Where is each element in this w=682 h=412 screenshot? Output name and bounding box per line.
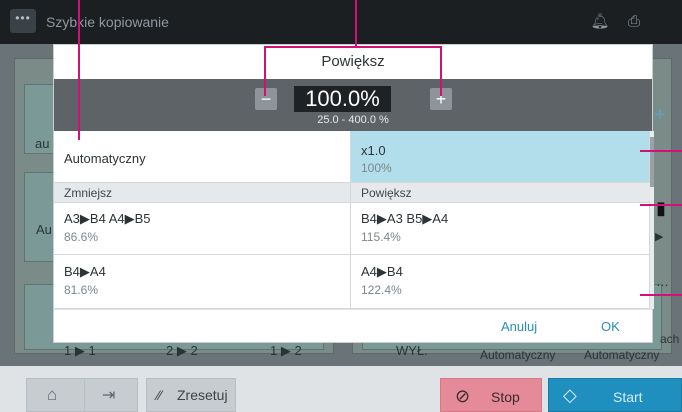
decrease-button[interactable]: − <box>255 88 277 110</box>
ok-button[interactable]: OK <box>601 319 620 334</box>
background-text: au <box>35 136 50 151</box>
reduce-section-header: Zmniejsz <box>54 183 351 203</box>
list-item-enlarge-2[interactable]: A4▶B4 122.4% <box>351 255 650 309</box>
background-text: … <box>656 274 669 289</box>
reset-button[interactable]: ⁄⁄ Zresetuj <box>146 378 236 412</box>
app-title: Szybkie kopiowanie <box>46 14 169 30</box>
chevron-right-icon: ▶ <box>655 231 664 243</box>
list-scrollbar[interactable] <box>650 131 654 309</box>
ratio-value-field[interactable]: 100.0% <box>294 86 391 112</box>
ratio-bar: − 100.0% + 25.0 - 400.0 % <box>54 79 652 131</box>
home-icon: ⌂ <box>47 385 58 404</box>
list-item-label: B4▶A3 B5▶A4 <box>361 211 449 226</box>
scrollbar-thumb[interactable] <box>650 137 654 187</box>
list-item-value: 86.6% <box>64 230 99 244</box>
callout-line <box>78 0 80 140</box>
list-item-value: 81.6% <box>64 283 99 297</box>
list-item-value: 115.4% <box>361 230 401 244</box>
callout-line <box>640 150 682 152</box>
start-label: Start <box>613 389 643 405</box>
zoom-dialog: Powiększ − 100.0% + 25.0 - 400.0 % Autom… <box>53 44 654 344</box>
list-item-enlarge-1[interactable]: B4▶A3 B5▶A4 115.4% <box>351 203 650 255</box>
background-text: 1 ▶ 1 <box>64 343 96 358</box>
list-item-value: 122.4% <box>361 283 402 297</box>
background-text: 1 ▶ 2 <box>270 343 302 358</box>
background-text: ach <box>660 332 680 346</box>
list-item-label: B4▶A4 <box>64 264 106 279</box>
list-item-value: 100% <box>361 161 392 175</box>
callout-line <box>640 204 682 206</box>
callout-line <box>264 46 266 96</box>
enlarge-section-header: Powiększ <box>351 183 650 203</box>
bell-icon[interactable]: 🔔︎ <box>588 10 612 34</box>
cancel-button[interactable]: Anuluj <box>501 319 537 334</box>
dialog-footer: Anuluj OK <box>54 309 652 344</box>
list-item-label: x1.0 <box>361 143 386 158</box>
logout-button[interactable]: ⇥ <box>84 378 138 412</box>
menu-icon[interactable]: ••• <box>10 9 36 33</box>
background-text: Automatyczny <box>480 348 556 362</box>
stop-label: Stop <box>491 389 520 405</box>
background-text: WYŁ. <box>396 343 428 358</box>
bar-icon: ▮ <box>656 198 666 218</box>
start-icon: ◇ <box>563 385 577 405</box>
list-item-x1[interactable]: x1.0 100% <box>351 131 650 183</box>
callout-line <box>640 294 682 296</box>
dialog-title: Powiększ <box>54 45 652 79</box>
background-text: Automatyczny <box>584 348 660 362</box>
stop-button[interactable]: ⊘ Stop <box>440 378 542 412</box>
plus-icon: + <box>654 104 666 126</box>
reset-icon: ⁄⁄ <box>157 387 162 403</box>
callout-line <box>440 46 442 96</box>
ratio-range: 25.0 - 400.0 % <box>317 114 389 126</box>
list-item-label: A4▶B4 <box>361 264 403 279</box>
device-icon[interactable]: ⎙ <box>622 10 646 34</box>
list-item-label: A3▶B4 A4▶B5 <box>64 211 151 226</box>
logout-icon: ⇥ <box>102 387 116 404</box>
list-item-auto[interactable]: Automatyczny <box>54 131 351 183</box>
background-text: 2 ▶ 2 <box>166 343 198 358</box>
ratio-list: Automatyczny x1.0 100% Zmniejsz Powiększ… <box>54 131 650 309</box>
list-item-reduce-2[interactable]: B4▶A4 81.6% <box>54 255 351 309</box>
callout-line <box>355 0 357 46</box>
list-item-label: Automatyczny <box>64 151 146 166</box>
stop-icon: ⊘ <box>455 386 471 406</box>
home-button[interactable]: ⌂ <box>26 378 88 412</box>
reset-label: Zresetuj <box>177 387 228 403</box>
background-text: Au <box>36 222 52 237</box>
start-button[interactable]: ◇ Start <box>548 378 682 412</box>
list-item-reduce-1[interactable]: A3▶B4 A4▶B5 86.6% <box>54 203 351 255</box>
callout-line <box>264 46 442 48</box>
top-bar: ••• Szybkie kopiowanie 🔔︎ ⎙ <box>0 0 682 44</box>
